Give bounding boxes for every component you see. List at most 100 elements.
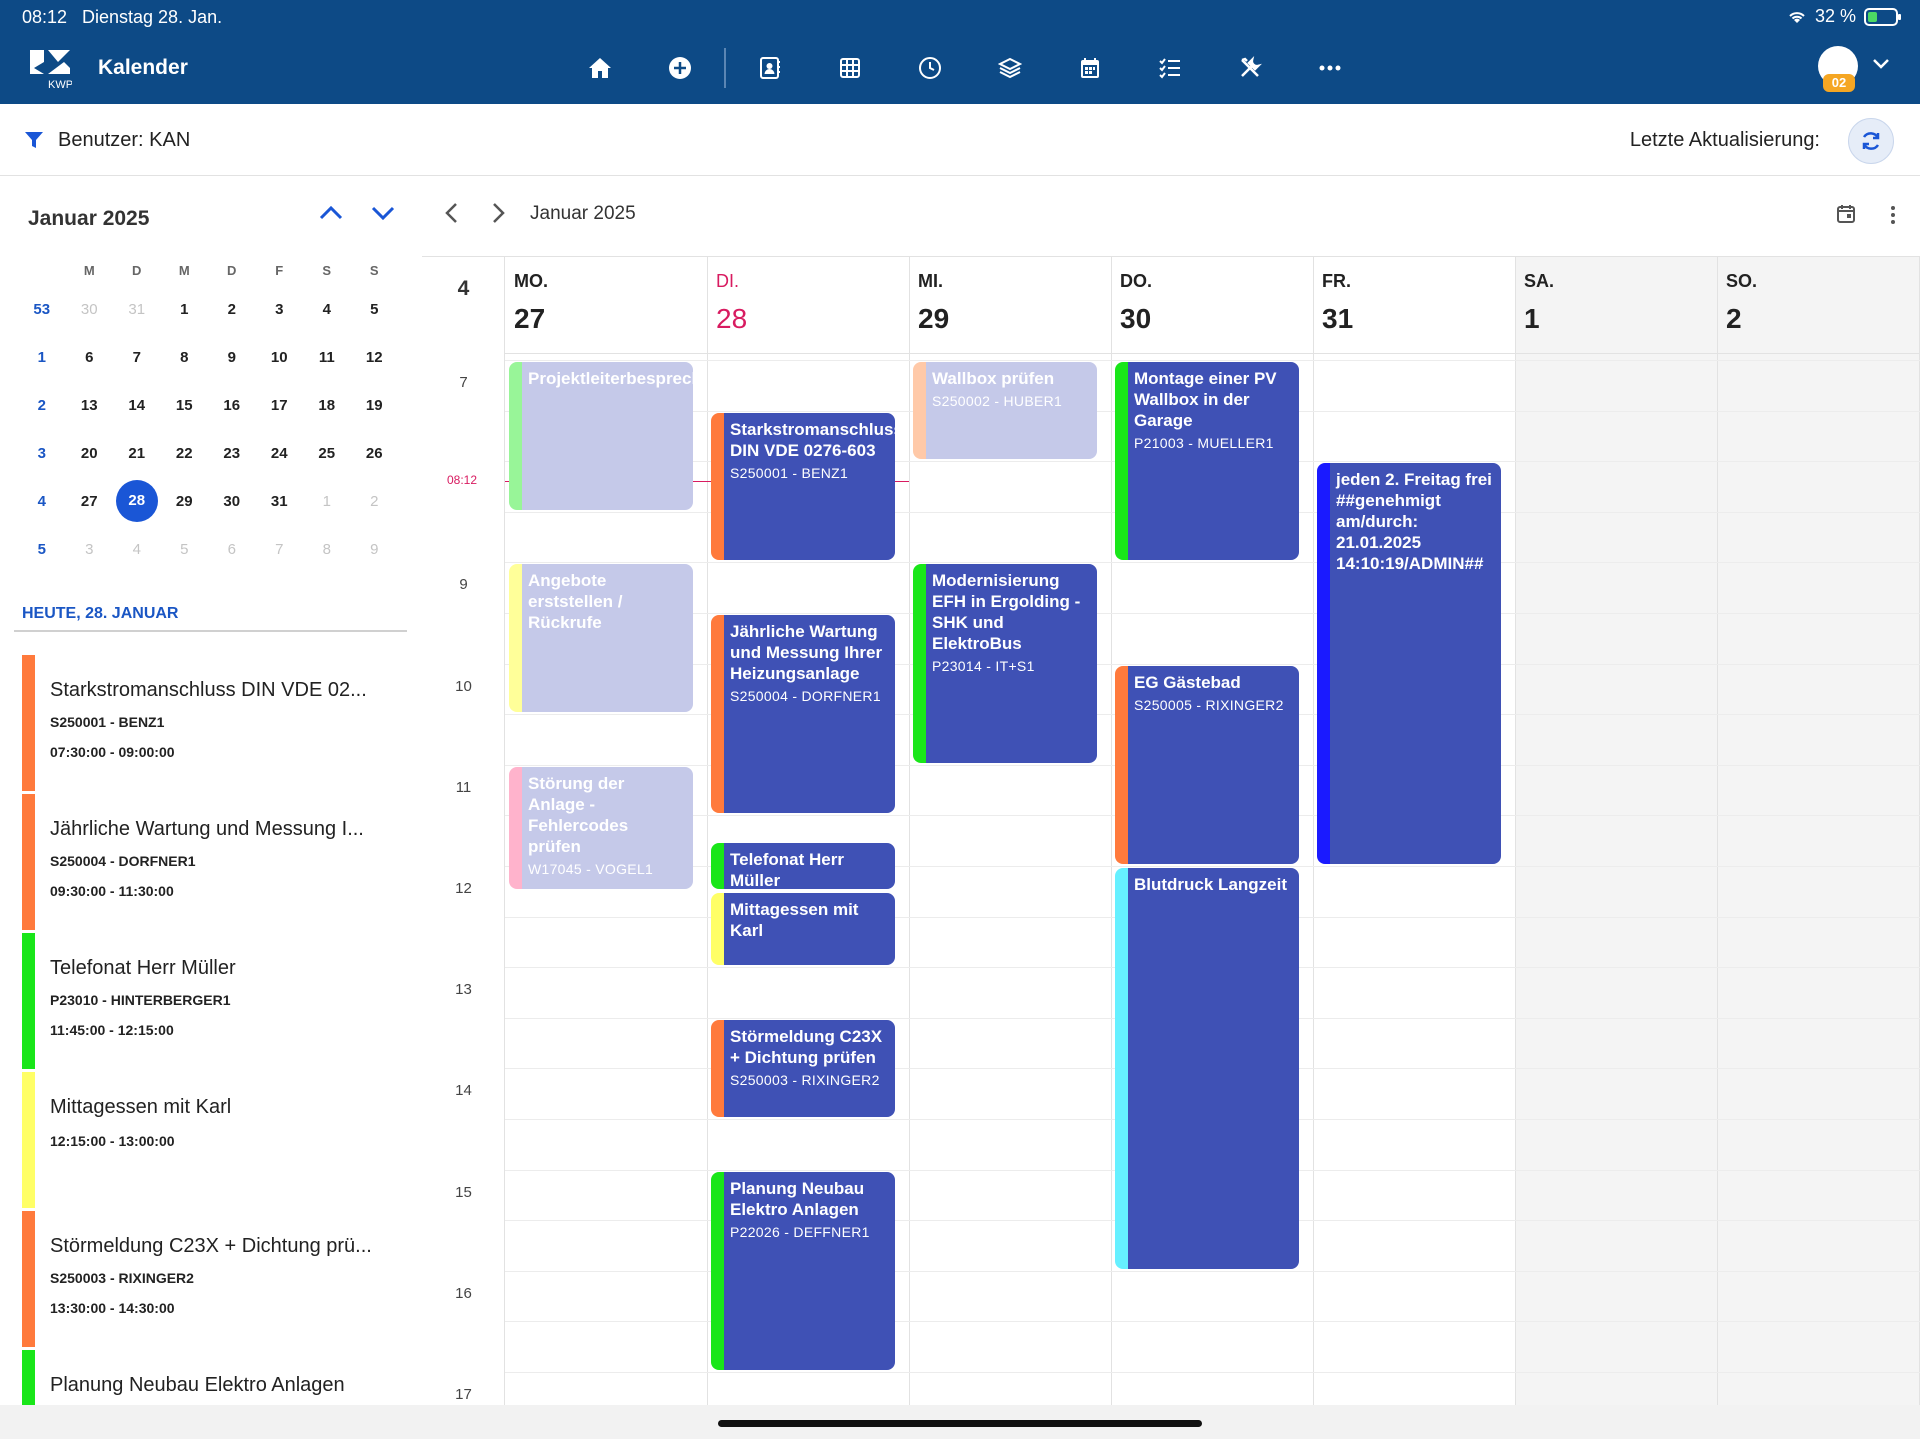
day-cell[interactable]: 14	[113, 397, 161, 414]
day-cell[interactable]: 30	[66, 301, 114, 318]
chevron-down-icon[interactable]	[1872, 58, 1890, 70]
day-cell[interactable]: 26	[351, 445, 399, 462]
add-button[interactable]	[660, 48, 700, 88]
filter-icon[interactable]	[24, 130, 44, 150]
user-filter-label[interactable]: Benutzer: KAN	[58, 129, 190, 152]
calendar-event[interactable]: jeden 2. Freitag frei ##genehmigt am/dur…	[1317, 463, 1501, 864]
calendar-event[interactable]: Angebote erststellen / Rückrufe	[509, 564, 693, 713]
day-column[interactable]: SO. 2	[1718, 257, 1920, 1405]
time-button[interactable]	[910, 48, 950, 88]
day-cell[interactable]: 12	[351, 349, 399, 366]
calendar-event[interactable]: Jährliche Wartung und Messung Ihrer Heiz…	[711, 615, 895, 814]
day-cell[interactable]: 8	[161, 349, 209, 366]
day-cell[interactable]: 5	[161, 541, 209, 558]
refresh-button[interactable]	[1848, 118, 1894, 164]
calendar-event[interactable]: Störung der Anlage - Fehlercodes prüfen W…	[509, 766, 693, 890]
day-cell[interactable]: 9	[351, 541, 399, 558]
day-cell[interactable]: 31	[113, 301, 161, 318]
layers-button[interactable]	[990, 48, 1030, 88]
week-number-cell[interactable]: 5	[18, 541, 66, 558]
calendar-event[interactable]: Wallbox prüfen S250002 - HUBER1	[913, 362, 1097, 460]
calendar-event[interactable]: Montage einer PV Wallbox in der Garage P2…	[1115, 362, 1299, 561]
day-cell[interactable]: 6	[208, 541, 256, 558]
chevron-down-icon[interactable]	[370, 203, 396, 223]
event-title: Mittagessen mit Karl	[730, 900, 859, 941]
day-cell[interactable]: 13	[66, 397, 114, 414]
day-cell[interactable]: 31	[256, 493, 304, 510]
more-vert-icon[interactable]	[1890, 205, 1896, 225]
today-calendar-icon[interactable]	[1836, 204, 1856, 224]
agenda-item[interactable]: Starkstromanschluss DIN VDE 02... S250001…	[22, 655, 412, 794]
day-cell[interactable]: 25	[303, 445, 351, 462]
day-cell[interactable]: 1	[161, 301, 209, 318]
agenda-item[interactable]: Mittagessen mit Karl 12:15:00 - 13:00:00	[22, 1072, 412, 1211]
agenda-item[interactable]: Störmeldung C23X + Dichtung prü... S25000…	[22, 1211, 412, 1350]
calendar-event[interactable]: Störmeldung C23X + Dichtung prüfen S25000…	[711, 1019, 895, 1117]
calendar-event[interactable]: Telefonat Herr Müller	[711, 842, 895, 890]
day-cell[interactable]: 5	[351, 301, 399, 318]
day-cell[interactable]: 1	[303, 493, 351, 510]
calendar-button[interactable]	[1070, 48, 1110, 88]
more-button[interactable]	[1310, 48, 1350, 88]
day-cell[interactable]: 29	[161, 493, 209, 510]
event-color-strip	[509, 564, 522, 713]
day-name: DI.	[716, 271, 740, 291]
hour-label: 7	[459, 374, 468, 391]
week-number-cell[interactable]: 4	[18, 493, 66, 510]
filter-bar: Benutzer: KAN Letzte Aktualisierung:	[0, 104, 1920, 176]
calendar-event[interactable]: Planung Neubau Elektro Anlagen P22026 - D…	[711, 1171, 895, 1370]
grid-button[interactable]	[830, 48, 870, 88]
tasks-button[interactable]	[1150, 48, 1190, 88]
event-color-strip	[913, 564, 926, 763]
day-cell[interactable]: 7	[113, 349, 161, 366]
chevron-up-icon[interactable]	[318, 203, 344, 223]
day-cell[interactable]: 9	[208, 349, 256, 366]
week-number-cell[interactable]: 1	[18, 349, 66, 366]
day-cell[interactable]: 4	[303, 301, 351, 318]
week-number-cell[interactable]: 3	[18, 445, 66, 462]
day-cell[interactable]: 11	[303, 349, 351, 366]
day-cell[interactable]: 22	[161, 445, 209, 462]
calendar-event[interactable]: Blutdruck Langzeit	[1115, 868, 1299, 1269]
calendar-event[interactable]: Starkstromanschluss DIN VDE 0276-603 S250…	[711, 412, 895, 561]
agenda-item[interactable]: Telefonat Herr Müller P23010 - HINTERBERG…	[22, 933, 412, 1072]
agenda-item[interactable]: Jährliche Wartung und Messung I... S25000…	[22, 794, 412, 933]
agenda-item[interactable]: Planung Neubau Elektro AnlagenP22026 - D…	[22, 1350, 412, 1405]
day-cell[interactable]: 7	[256, 541, 304, 558]
week-number-cell[interactable]: 2	[18, 397, 66, 414]
home-button[interactable]	[580, 48, 620, 88]
day-cell[interactable]: 27	[66, 493, 114, 510]
day-cell[interactable]: 8	[303, 541, 351, 558]
chevron-left-icon[interactable]	[442, 201, 462, 225]
day-cell[interactable]: 15	[161, 397, 209, 414]
day-cell[interactable]: 3	[66, 541, 114, 558]
day-cell[interactable]: 21	[113, 445, 161, 462]
calendar-event[interactable]: EG Gästebad S250005 - RIXINGER2	[1115, 665, 1299, 864]
calendar-event[interactable]: Modernisierung EFH in Ergolding - SHK un…	[913, 564, 1097, 763]
day-cell[interactable]: 18	[303, 397, 351, 414]
chevron-right-icon[interactable]	[488, 201, 508, 225]
home-indicator[interactable]	[718, 1420, 1202, 1427]
calendar-event[interactable]: Mittagessen mit Karl	[711, 893, 895, 966]
contacts-button[interactable]	[750, 48, 790, 88]
calendar-event[interactable]: Projektleiterbesprechung	[509, 362, 693, 510]
day-cell[interactable]: 10	[256, 349, 304, 366]
event-title: Modernisierung EFH in Ergolding - SHK un…	[932, 571, 1081, 654]
week-number-cell[interactable]: 53	[18, 301, 66, 318]
day-cell[interactable]: 23	[208, 445, 256, 462]
day-cell[interactable]: 28	[113, 480, 161, 522]
day-cell[interactable]: 30	[208, 493, 256, 510]
day-cell[interactable]: 20	[66, 445, 114, 462]
day-cell[interactable]: 2	[351, 493, 399, 510]
day-cell[interactable]: 19	[351, 397, 399, 414]
day-cell[interactable]: 4	[113, 541, 161, 558]
day-cell[interactable]: 16	[208, 397, 256, 414]
day-cell[interactable]: 2	[208, 301, 256, 318]
day-column[interactable]: SA. 1	[1516, 257, 1718, 1405]
day-cell[interactable]: 6	[66, 349, 114, 366]
day-cell[interactable]: 3	[256, 301, 304, 318]
tools-button[interactable]	[1230, 48, 1270, 88]
today-day-cell[interactable]: 28	[115, 480, 158, 522]
day-cell[interactable]: 24	[256, 445, 304, 462]
day-cell[interactable]: 17	[256, 397, 304, 414]
